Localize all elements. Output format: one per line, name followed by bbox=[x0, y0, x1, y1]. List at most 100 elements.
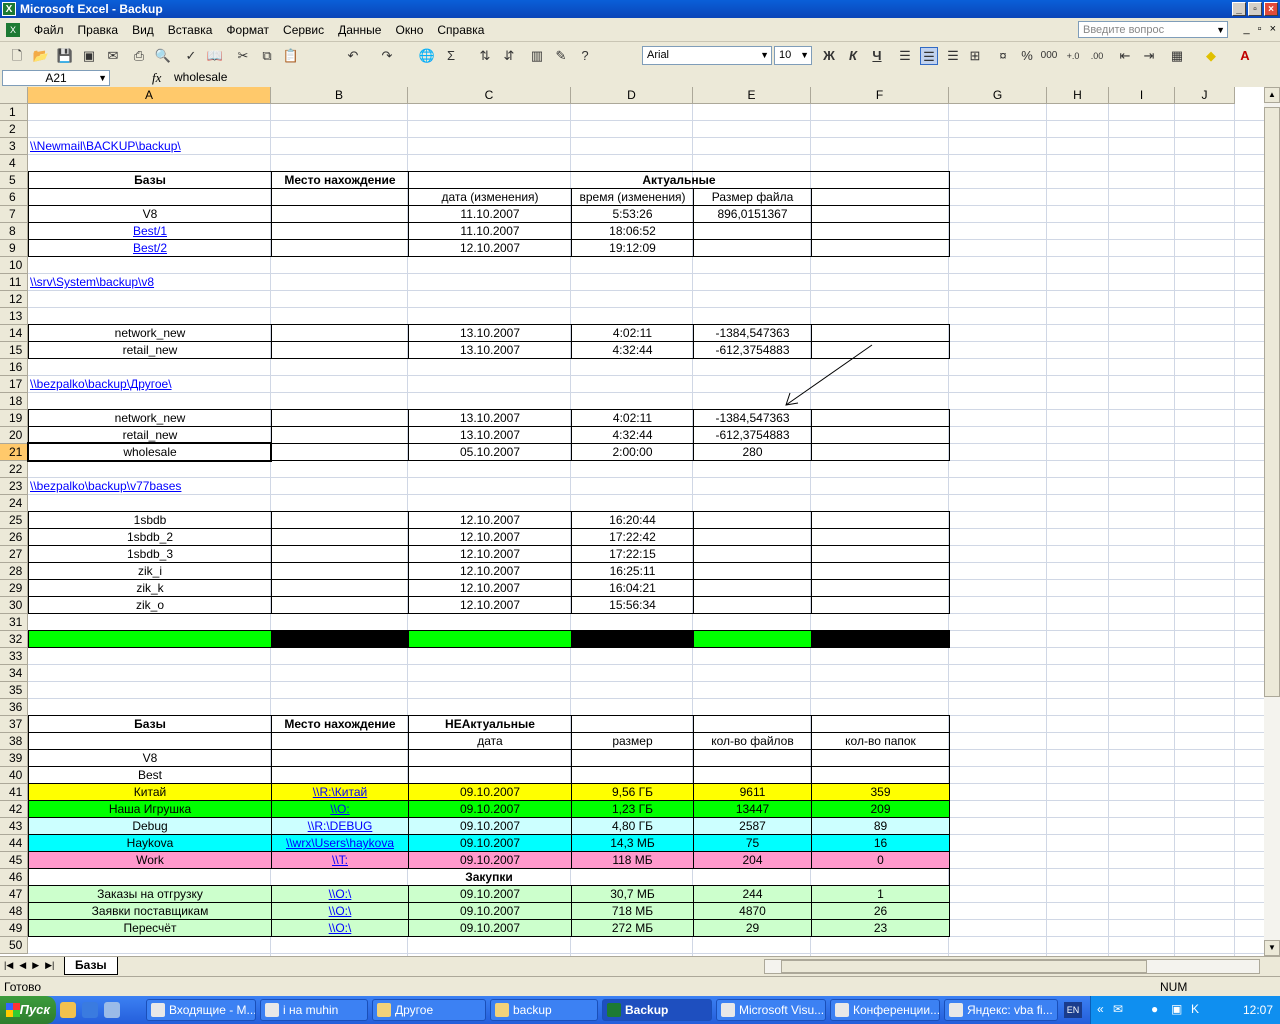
cell-f40[interactable] bbox=[811, 766, 950, 784]
cell-e43[interactable]: 2587 bbox=[693, 817, 812, 835]
first-sheet-icon[interactable]: |◀ bbox=[4, 960, 13, 971]
cell-e19[interactable]: -1384,547363 bbox=[693, 409, 812, 427]
row-header[interactable]: 27 bbox=[0, 546, 28, 563]
row-header[interactable]: 22 bbox=[0, 461, 28, 478]
cell-a32[interactable] bbox=[28, 630, 272, 648]
cell-c27[interactable]: 12.10.2007 bbox=[408, 545, 572, 563]
cell-f20[interactable] bbox=[811, 426, 950, 444]
ask-question-box[interactable]: Введите вопрос ▼ bbox=[1078, 21, 1228, 38]
task-muhin[interactable]: i на muhin bbox=[260, 999, 368, 1021]
fx-icon[interactable]: fx bbox=[152, 70, 161, 86]
cell-a11[interactable]: \\srv\System\backup\v8 bbox=[28, 274, 571, 291]
menu-edit[interactable]: Правка bbox=[72, 23, 125, 37]
row-header[interactable]: 2 bbox=[0, 121, 28, 138]
row-header[interactable]: 9 bbox=[0, 240, 28, 257]
comma-style-icon[interactable]: 000 bbox=[1040, 47, 1058, 65]
cell-d9[interactable]: 19:12:09 bbox=[571, 239, 694, 257]
save-icon[interactable]: 💾 bbox=[56, 47, 74, 65]
row-header[interactable]: 50 bbox=[0, 937, 28, 954]
vertical-scrollbar[interactable]: ▲ ▼ bbox=[1264, 87, 1280, 956]
align-right-icon[interactable]: ☰ bbox=[944, 47, 962, 65]
menu-insert[interactable]: Вставка bbox=[162, 23, 219, 37]
spelling-icon[interactable]: ✓ bbox=[182, 47, 200, 65]
cell-b40[interactable] bbox=[271, 766, 409, 784]
last-sheet-icon[interactable]: ▶| bbox=[45, 960, 54, 971]
cell-a42[interactable]: Наша Игрушка bbox=[28, 800, 272, 818]
cell-f14[interactable] bbox=[811, 324, 950, 342]
column-header-i[interactable]: I bbox=[1109, 87, 1175, 104]
cell-c9[interactable]: 12.10.2007 bbox=[408, 239, 572, 257]
menu-data[interactable]: Данные bbox=[332, 23, 387, 37]
cell-c26[interactable]: 12.10.2007 bbox=[408, 528, 572, 546]
sort-desc-icon[interactable]: ⇵ bbox=[500, 47, 518, 65]
cell-e39[interactable] bbox=[693, 749, 812, 767]
cell-a48[interactable]: Заявки поставщикам bbox=[28, 902, 272, 920]
row-header[interactable]: 24 bbox=[0, 495, 28, 512]
decrease-indent-icon[interactable]: ⇤ bbox=[1116, 47, 1134, 65]
cell-f48[interactable]: 26 bbox=[811, 902, 950, 920]
cell-a8[interactable]: Best/1 bbox=[28, 222, 272, 240]
cell-c41[interactable]: 09.10.2007 bbox=[408, 783, 572, 801]
font-size-select[interactable]: 10 ▼ bbox=[774, 46, 812, 65]
cell-f29[interactable] bbox=[811, 579, 950, 597]
column-header-a[interactable]: A bbox=[28, 87, 271, 104]
cell-e14[interactable]: -1384,547363 bbox=[693, 324, 812, 342]
cell-b49[interactable]: \\O:\ bbox=[271, 919, 409, 937]
row-header[interactable]: 44 bbox=[0, 835, 28, 852]
task-conferences[interactable]: Конференции... bbox=[830, 999, 940, 1021]
merge-center-icon[interactable]: ⊞ bbox=[966, 47, 984, 65]
cell-f38[interactable]: кол-во папок bbox=[811, 732, 950, 750]
cell-a39[interactable]: V8 bbox=[28, 749, 272, 767]
column-header-c[interactable]: C bbox=[408, 87, 571, 104]
cell-b47[interactable]: \\O:\ bbox=[271, 885, 409, 903]
cell-b30[interactable] bbox=[271, 596, 409, 614]
cell-c44[interactable]: 09.10.2007 bbox=[408, 834, 572, 852]
cell-d38[interactable]: размер bbox=[571, 732, 694, 750]
cell-a45[interactable]: Work bbox=[28, 851, 272, 869]
cell-c32[interactable] bbox=[408, 630, 572, 648]
row-header[interactable]: 43 bbox=[0, 818, 28, 835]
cell-c20[interactable]: 13.10.2007 bbox=[408, 426, 572, 444]
column-header-d[interactable]: D bbox=[571, 87, 693, 104]
row-header[interactable]: 38 bbox=[0, 733, 28, 750]
cell-c15[interactable]: 13.10.2007 bbox=[408, 341, 572, 359]
row-header[interactable]: 8 bbox=[0, 223, 28, 240]
cell-a25[interactable]: 1sbdb bbox=[28, 511, 272, 529]
percent-icon[interactable]: % bbox=[1018, 47, 1036, 65]
row-header[interactable]: 21 bbox=[0, 444, 28, 461]
row-header[interactable]: 23 bbox=[0, 478, 28, 495]
cell-a37[interactable]: Базы bbox=[28, 715, 272, 733]
print-icon[interactable]: ⎙ bbox=[130, 47, 148, 65]
cell-f21[interactable] bbox=[811, 443, 950, 461]
row-header[interactable]: 36 bbox=[0, 699, 28, 716]
close-button[interactable]: × bbox=[1264, 2, 1278, 16]
cell-a29[interactable]: zik_k bbox=[28, 579, 272, 597]
cell-e48[interactable]: 4870 bbox=[693, 902, 812, 920]
doc-close-button[interactable]: × bbox=[1270, 23, 1276, 35]
cell-b20[interactable] bbox=[271, 426, 409, 444]
select-all-corner[interactable] bbox=[0, 87, 28, 104]
scroll-up-icon[interactable]: ▲ bbox=[1264, 87, 1280, 103]
row-header[interactable]: 37 bbox=[0, 716, 28, 733]
font-color-icon[interactable]: A bbox=[1236, 47, 1254, 65]
cell-f42[interactable]: 209 bbox=[811, 800, 950, 818]
copy-icon[interactable]: ⧉ bbox=[258, 47, 276, 65]
cell-e44[interactable]: 75 bbox=[693, 834, 812, 852]
cell-d20[interactable]: 4:32:44 bbox=[571, 426, 694, 444]
undo-icon[interactable]: ↶ bbox=[344, 47, 362, 65]
increase-decimal-icon[interactable]: +.0 bbox=[1064, 47, 1082, 65]
next-sheet-icon[interactable]: ▶ bbox=[32, 960, 39, 971]
chart-wizard-icon[interactable]: ▥ bbox=[528, 47, 546, 65]
row-header[interactable]: 17 bbox=[0, 376, 28, 393]
cell-d6[interactable]: время (изменения) bbox=[571, 188, 694, 206]
row-header[interactable]: 15 bbox=[0, 342, 28, 359]
row-header[interactable]: 35 bbox=[0, 682, 28, 699]
cell-d40[interactable] bbox=[571, 766, 694, 784]
doc-restore-button[interactable]: ▫ bbox=[1258, 23, 1262, 35]
cell-f30[interactable] bbox=[811, 596, 950, 614]
email-icon[interactable]: ✉ bbox=[104, 47, 122, 65]
cell-c19[interactable]: 13.10.2007 bbox=[408, 409, 572, 427]
cell-a38[interactable] bbox=[28, 732, 272, 750]
cell-f39[interactable] bbox=[811, 749, 950, 767]
row-header[interactable]: 48 bbox=[0, 903, 28, 920]
